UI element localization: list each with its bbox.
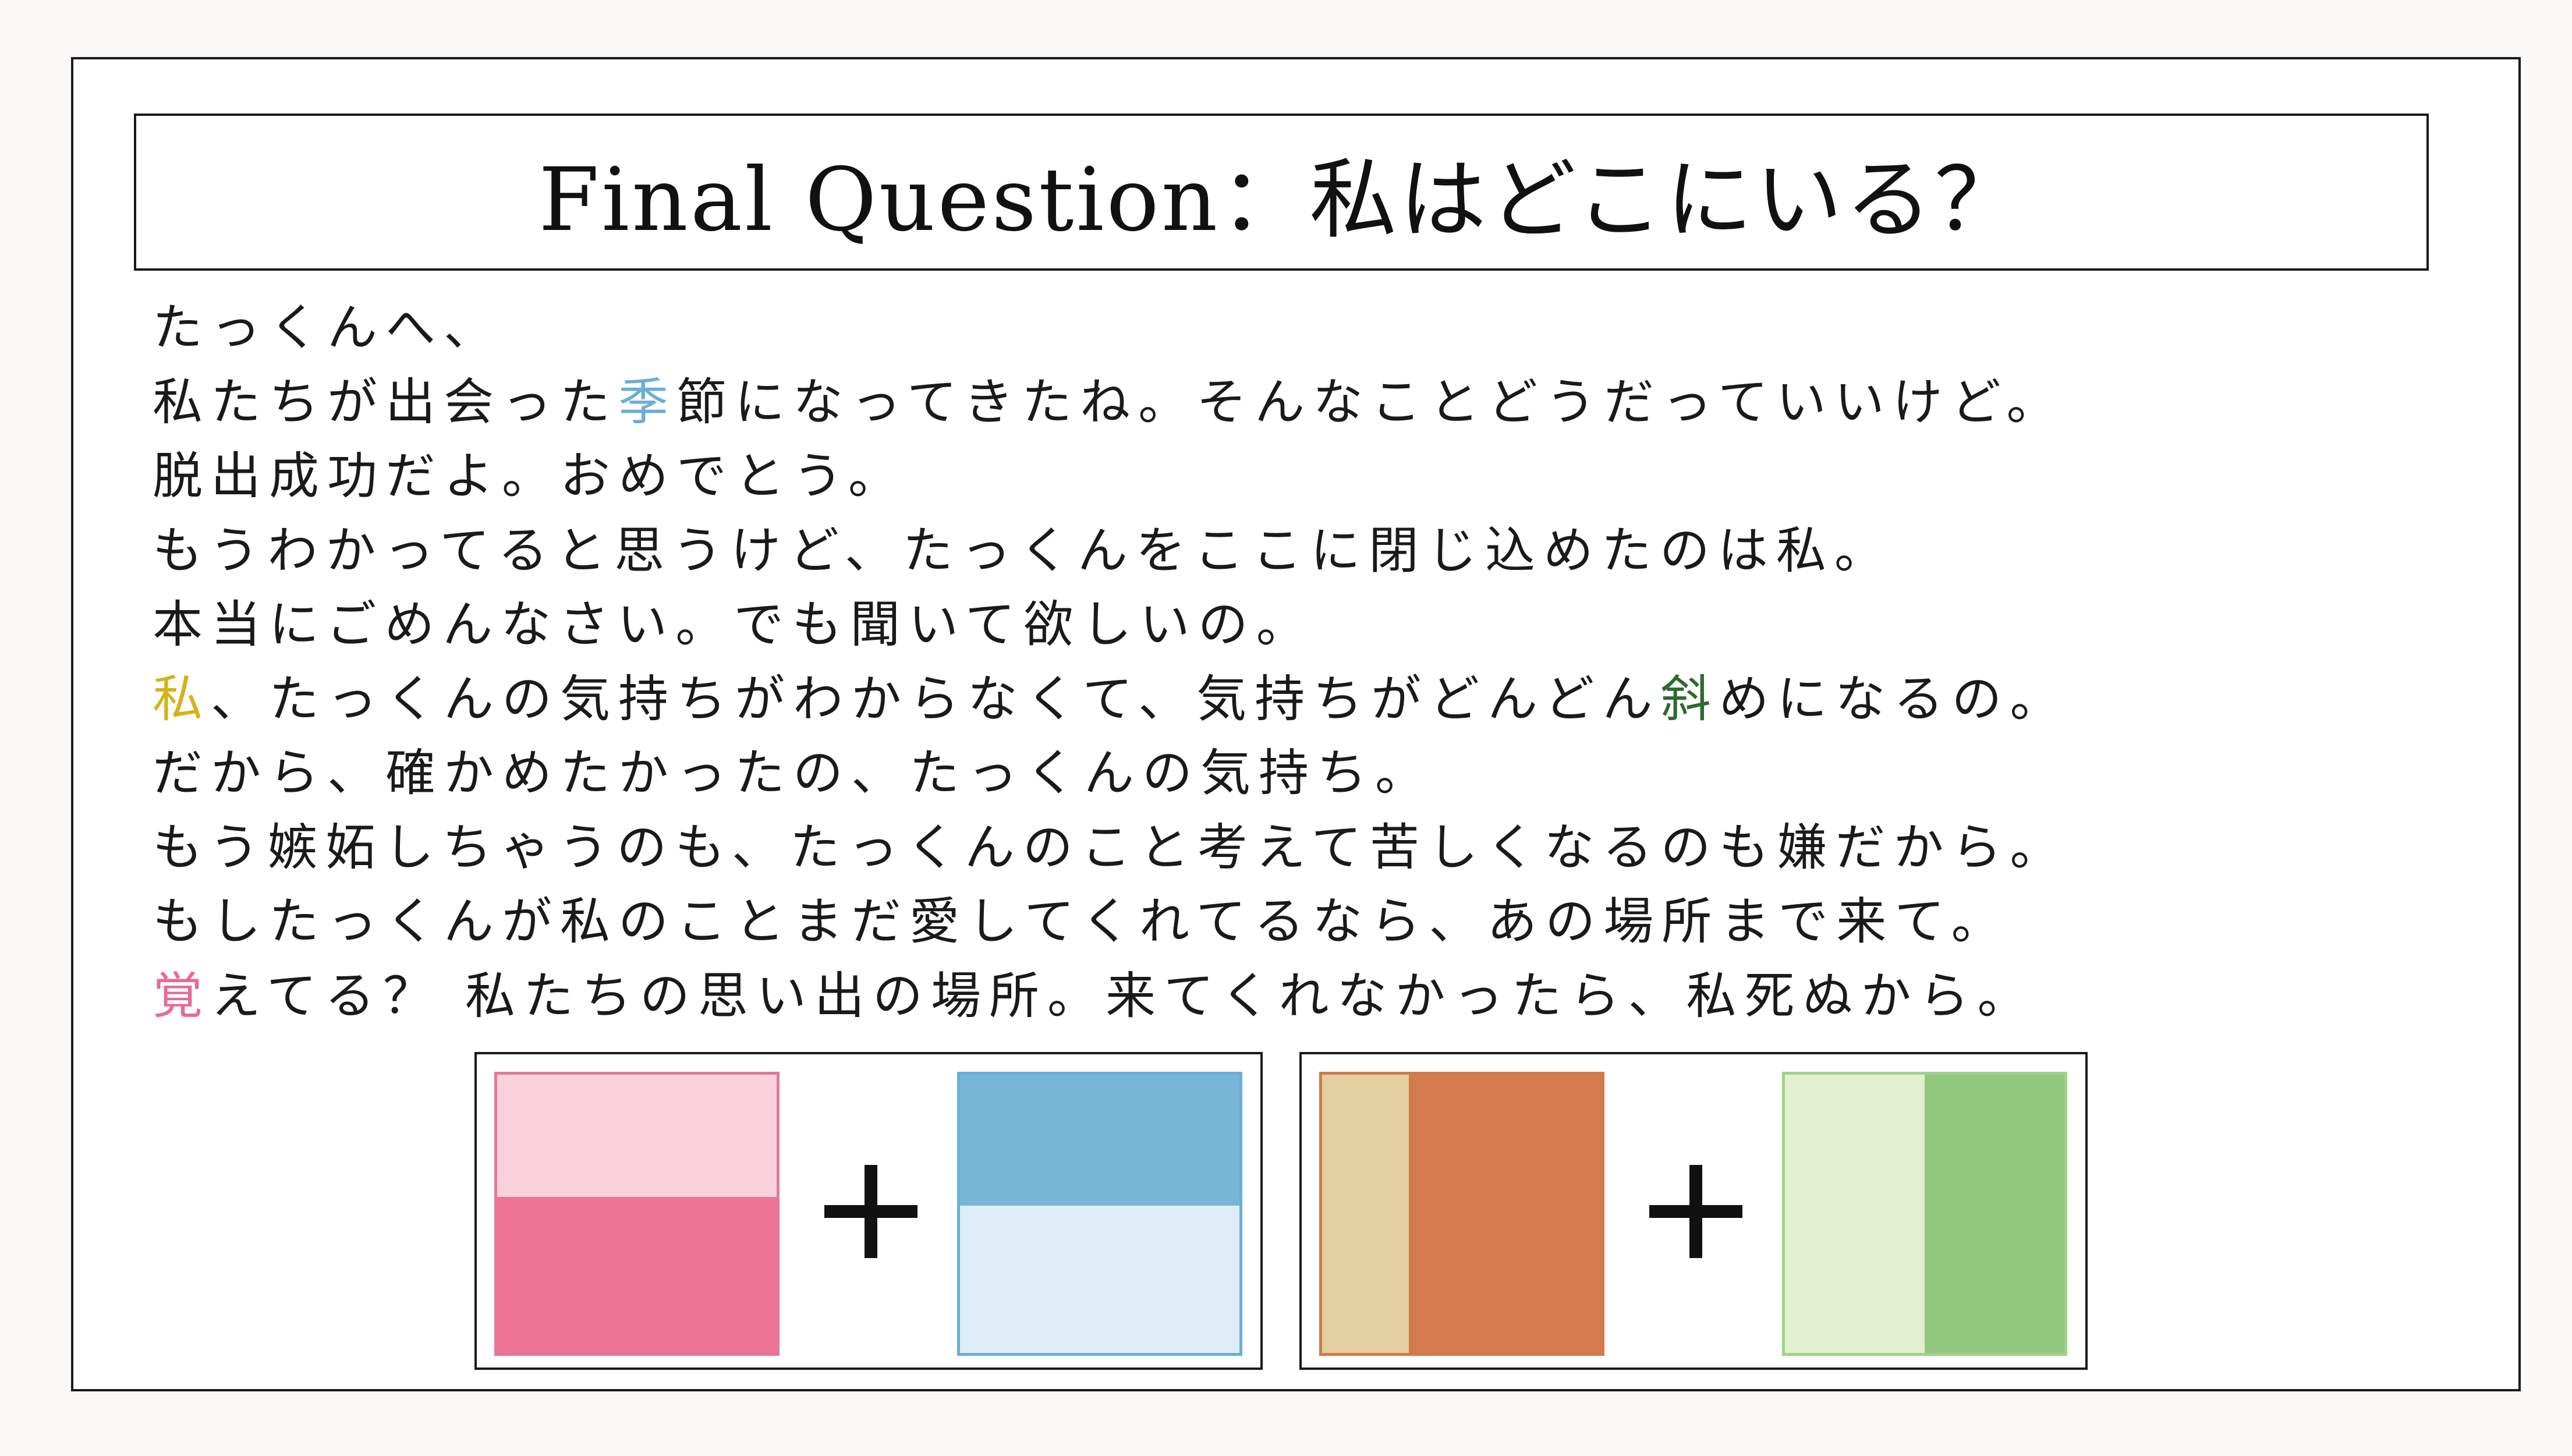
letter-text: 本当にごめんなさい。でも聞いて欲しいの。 <box>153 596 1315 654</box>
plus-icon <box>813 1124 929 1299</box>
color-block <box>1408 1075 1602 1353</box>
title-box: Final Question：私はどこにいる？ <box>134 114 2429 271</box>
plus-icon <box>1638 1124 1754 1299</box>
letter-text: 私たちが出会った <box>153 373 618 431</box>
letter-line: もしたっくんが私のことまだ愛してくれてるなら、あの場所まで来て。 <box>153 885 2423 959</box>
letter-text: 節になってきたね。そんなことどうだっていいけど。 <box>676 373 2065 431</box>
letter-line: 私、たっくんの気持ちがわからなくて、気持ちがどんどん斜めになるの。 <box>153 663 2423 737</box>
pink-square <box>494 1072 780 1356</box>
color-puzzle-1 <box>474 1052 1263 1370</box>
letter-line: 私たちが出会った季節になってきたね。そんなことどうだっていいけど。 <box>153 366 2423 440</box>
blue-square <box>957 1072 1242 1356</box>
highlighted-char: 季 <box>618 373 676 431</box>
letter-line: 覚えてる？ 私たちの思い出の場所。来てくれなかったら、私死ぬから。 <box>153 959 2423 1034</box>
letter-text: めになるの。 <box>1719 669 2068 728</box>
color-block <box>497 1075 777 1198</box>
letter-text: 、たっくんの気持ちがわからなくて、気持ちがどんどん <box>211 669 1661 728</box>
letter-text: たっくんへ、 <box>153 299 502 357</box>
color-block <box>1785 1075 1925 1353</box>
letter-line: たっくんへ、 <box>153 291 2423 366</box>
letter-text: 脱出成功だよ。おめでとう。 <box>153 447 906 505</box>
color-block <box>1322 1075 1409 1353</box>
letter-line: 脱出成功だよ。おめでとう。 <box>153 440 2423 514</box>
highlighted-char: 斜 <box>1660 669 1719 728</box>
page-title: Final Question：私はどこにいる？ <box>539 149 2024 251</box>
letter-text: もうわかってると思うけど、たっくんをここに閉じ込めたのは私。 <box>153 521 1893 580</box>
letter-text: もしたっくんが私のことまだ愛してくれてるなら、あの場所まで来て。 <box>153 892 2010 951</box>
color-block <box>960 1205 1239 1353</box>
letter-line: だから、確かめたかったの、たっくんの気持ち。 <box>153 736 2423 811</box>
green-square <box>1782 1072 2067 1356</box>
color-block <box>1925 1075 2064 1353</box>
letter-line: もう嫉妬しちゃうのも、たっくんのこと考えて苦しくなるのも嫌だから。 <box>153 811 2423 885</box>
letter-line: もうわかってると思うけど、たっくんをここに閉じ込めたのは私。 <box>153 514 2423 589</box>
orange-square <box>1319 1072 1604 1356</box>
letter-text: だから、確かめたかったの、たっくんの気持ち。 <box>153 744 1433 802</box>
highlighted-char: 私 <box>153 669 211 728</box>
highlighted-char: 覚 <box>153 966 211 1025</box>
letter-line: 本当にごめんなさい。でも聞いて欲しいの。 <box>153 588 2423 663</box>
color-block <box>497 1197 777 1353</box>
color-block <box>960 1075 1239 1206</box>
letter-text: もう嫉妬しちゃうのも、たっくんのこと考えて苦しくなるのも嫌だから。 <box>153 818 2068 877</box>
letter-body: たっくんへ、私たちが出会った季節になってきたね。そんなことどうだっていいけど。脱… <box>153 291 2423 1033</box>
color-puzzle-2 <box>1299 1052 2088 1370</box>
letter-text: えてる？ 私たちの思い出の場所。来てくれなかったら、私死ぬから。 <box>211 966 2036 1025</box>
